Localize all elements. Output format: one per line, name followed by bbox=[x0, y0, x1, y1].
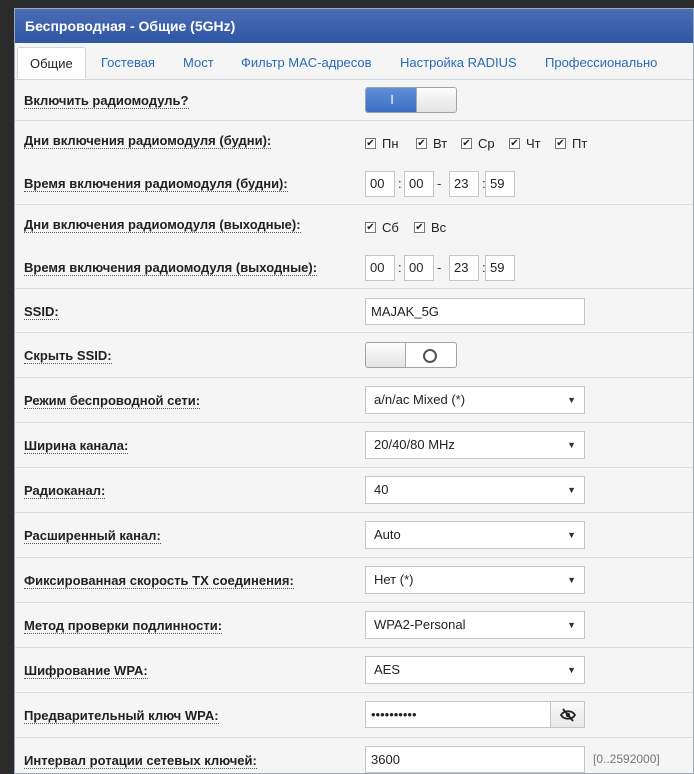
weekdays-label: Дни включения радиомодуля (будни): bbox=[24, 133, 272, 149]
row-tx-rate: Фиксированная скорость TX соединения: Не… bbox=[15, 558, 693, 603]
rekey-range-hint: [0..2592000] bbox=[593, 752, 660, 766]
row-ssid: SSID: MAJAK_5G bbox=[15, 289, 693, 333]
row-rekey-interval: Интервал ротации сетевых ключей: 3600 [0… bbox=[15, 738, 693, 773]
tab-mac-filter[interactable]: Фильтр MAC-адресов bbox=[241, 47, 372, 79]
chevron-down-icon: ▼ bbox=[567, 665, 576, 675]
check-icon: ✔ bbox=[416, 138, 427, 149]
weekend-label: Дни включения радиомодуля (выходные): bbox=[24, 217, 301, 233]
checkbox-thu[interactable]: ✔ Чт bbox=[509, 136, 541, 151]
row-weekdays-group: Дни включения радиомодуля (будни): ✔ Пн ✔… bbox=[15, 121, 693, 205]
weekend-start-hour[interactable]: 00 bbox=[365, 255, 395, 281]
ssid-label: SSID: bbox=[24, 304, 59, 320]
toggle-knob bbox=[366, 343, 406, 367]
weekend-end-minute[interactable]: 59 bbox=[485, 255, 515, 281]
row-wpa-psk: Предварительный ключ WPA: •••••••••• bbox=[15, 693, 693, 738]
tab-professional[interactable]: Профессионально bbox=[545, 47, 657, 79]
wpa-encryption-label: Шифрование WPA: bbox=[24, 663, 148, 679]
rekey-interval-label: Интервал ротации сетевых ключей: bbox=[24, 753, 257, 769]
check-icon: ✔ bbox=[365, 222, 376, 233]
time-dash: - bbox=[437, 260, 442, 275]
chevron-down-icon: ▼ bbox=[567, 485, 576, 495]
weekend-time-label: Время включения радиомодуля (выходные): bbox=[24, 260, 318, 276]
checkbox-sat[interactable]: ✔ Сб bbox=[365, 220, 399, 235]
wireless-mode-label: Режим беспроводной сети: bbox=[24, 393, 201, 409]
auth-method-label: Метод проверки подлинности: bbox=[24, 618, 223, 634]
hide-ssid-toggle[interactable] bbox=[365, 342, 457, 368]
row-weekend-group: Дни включения радиомодуля (выходные): ✔ С… bbox=[15, 205, 693, 289]
eye-slash-icon bbox=[559, 708, 576, 722]
weekday-end-minute[interactable]: 59 bbox=[485, 171, 515, 197]
weekend-start-minute[interactable]: 00 bbox=[404, 255, 434, 281]
weekday-end-hour[interactable]: 23 bbox=[449, 171, 479, 197]
channel-select[interactable]: 40 ▼ bbox=[365, 476, 585, 504]
check-icon: ✔ bbox=[414, 222, 425, 233]
chevron-down-icon: ▼ bbox=[567, 575, 576, 585]
tx-rate-label: Фиксированная скорость TX соединения: bbox=[24, 573, 294, 589]
hide-ssid-label: Скрыть SSID: bbox=[24, 348, 112, 364]
channel-width-label: Ширина канала: bbox=[24, 438, 129, 454]
row-hide-ssid: Скрыть SSID: bbox=[15, 333, 693, 378]
ssid-input[interactable]: MAJAK_5G bbox=[365, 298, 585, 325]
checkbox-fri[interactable]: ✔ Пт bbox=[555, 136, 587, 151]
toggle-knob bbox=[416, 88, 456, 112]
row-channel-width: Ширина канала: 20/40/80 MHz ▼ bbox=[15, 423, 693, 468]
wpa-psk-label: Предварительный ключ WPA: bbox=[24, 708, 219, 724]
wpa-psk-input[interactable]: •••••••••• bbox=[365, 701, 551, 728]
row-radio-enable: Включить радиомодуль? I bbox=[15, 80, 693, 121]
panel-title: Беспроводная - Общие (5GHz) bbox=[15, 9, 693, 43]
ext-channel-select[interactable]: Auto ▼ bbox=[365, 521, 585, 549]
tab-general[interactable]: Общие bbox=[17, 47, 86, 79]
checkbox-mon[interactable]: ✔ Пн bbox=[365, 136, 399, 151]
tab-bar: Общие Гостевая Мост Фильтр MAC-адресов Н… bbox=[15, 43, 693, 80]
settings-panel: Беспроводная - Общие (5GHz) Общие Гостев… bbox=[14, 8, 694, 774]
auth-method-select[interactable]: WPA2-Personal ▼ bbox=[365, 611, 585, 639]
chevron-down-icon: ▼ bbox=[567, 440, 576, 450]
chevron-down-icon: ▼ bbox=[567, 395, 576, 405]
checkbox-wed[interactable]: ✔ Ср bbox=[461, 136, 495, 151]
show-password-button[interactable] bbox=[550, 701, 585, 728]
tab-radius[interactable]: Настройка RADIUS bbox=[400, 47, 517, 79]
off-circle-icon bbox=[423, 348, 437, 363]
tab-bridge[interactable]: Мост bbox=[183, 47, 214, 79]
row-wireless-mode: Режим беспроводной сети: a/n/ac Mixed (*… bbox=[15, 378, 693, 423]
rekey-interval-input[interactable]: 3600 bbox=[365, 746, 585, 773]
row-auth-method: Метод проверки подлинности: WPA2-Persona… bbox=[15, 603, 693, 648]
check-icon: ✔ bbox=[461, 138, 472, 149]
weekday-start-minute[interactable]: 00 bbox=[404, 171, 434, 197]
chevron-down-icon: ▼ bbox=[567, 530, 576, 540]
row-wpa-encryption: Шифрование WPA: AES ▼ bbox=[15, 648, 693, 693]
time-colon: : bbox=[398, 176, 402, 191]
row-channel: Радиоканал: 40 ▼ bbox=[15, 468, 693, 513]
radio-enable-label: Включить радиомодуль? bbox=[24, 93, 189, 109]
chevron-down-icon: ▼ bbox=[567, 620, 576, 630]
channel-width-select[interactable]: 20/40/80 MHz ▼ bbox=[365, 431, 585, 459]
wpa-encryption-select[interactable]: AES ▼ bbox=[365, 656, 585, 684]
wireless-mode-select[interactable]: a/n/ac Mixed (*) ▼ bbox=[365, 386, 585, 414]
checkbox-sun[interactable]: ✔ Вс bbox=[414, 220, 446, 235]
weekday-time-label: Время включения радиомодуля (будни): bbox=[24, 176, 288, 192]
time-colon: : bbox=[398, 260, 402, 275]
row-ext-channel: Расширенный канал: Auto ▼ bbox=[15, 513, 693, 558]
radio-enable-toggle[interactable]: I bbox=[365, 87, 457, 113]
check-icon: ✔ bbox=[555, 138, 566, 149]
checkbox-tue[interactable]: ✔ Вт bbox=[416, 136, 447, 151]
check-icon: ✔ bbox=[365, 138, 376, 149]
tx-rate-select[interactable]: Нет (*) ▼ bbox=[365, 566, 585, 594]
weekend-end-hour[interactable]: 23 bbox=[449, 255, 479, 281]
time-dash: - bbox=[437, 176, 442, 191]
toggle-on-indicator: I bbox=[366, 88, 418, 112]
tab-guest[interactable]: Гостевая bbox=[101, 47, 155, 79]
weekday-start-hour[interactable]: 00 bbox=[365, 171, 395, 197]
ext-channel-label: Расширенный канал: bbox=[24, 528, 161, 544]
channel-label: Радиоканал: bbox=[24, 483, 106, 499]
check-icon: ✔ bbox=[509, 138, 520, 149]
